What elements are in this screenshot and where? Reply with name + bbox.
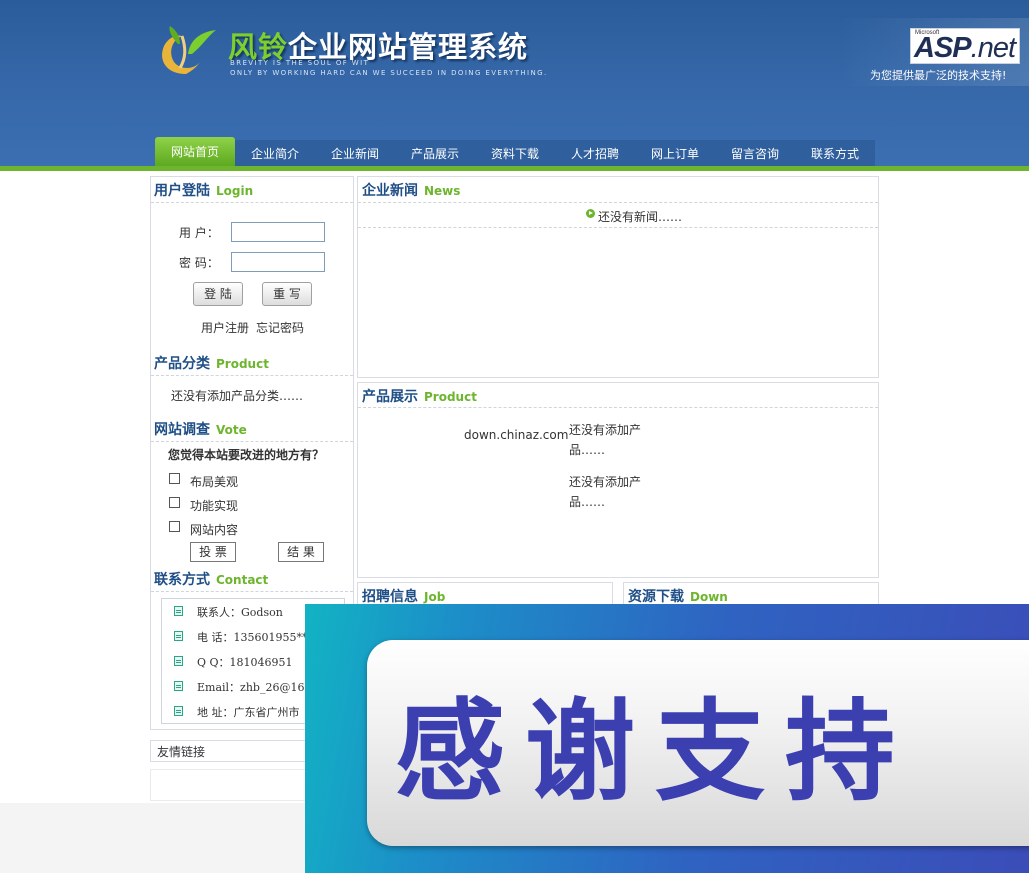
login-title-cn: 用户登陆 [154,183,210,199]
news-panel [357,176,879,378]
aspnet-logo-asp: ASP [914,32,972,64]
thanks-overlay-banner: 感谢支持 [305,604,1029,873]
product-category-title-en: Product [216,357,269,371]
contact-title: 联系方式 Contact [154,569,268,589]
contact-title-en: Contact [216,573,269,587]
jobs-title-en: Job [424,590,446,604]
downloads-title-cn: 资源下载 [628,589,684,605]
product-category-divider [151,375,353,376]
product-category-title-cn: 产品分类 [154,356,210,372]
product-category-title: 产品分类 Product [154,353,269,373]
username-label: 用 户： [179,226,219,240]
aspnet-logo-net: .net [970,32,1016,64]
vote-result-button[interactable]: 结 果 [278,542,324,562]
contact-row-4: Email：zhb_26@163. [197,681,315,694]
nav-item-downloads[interactable]: 资料下载 [475,140,555,166]
username-input[interactable] [231,222,325,242]
vote-option-2-label: 功能实现 [190,499,239,513]
nav-item-products[interactable]: 产品展示 [395,140,475,166]
downloads-title: 资源下载 Down [628,586,728,606]
vote-divider [151,441,353,442]
support-text: 为您提供最广泛的技术支持! [870,69,1007,82]
vote-option-1-checkbox[interactable] [169,473,180,484]
forgot-password-link[interactable]: 忘记密码 [256,319,304,336]
vote-option-2-checkbox[interactable] [169,497,180,508]
vote-option-1-label: 布局美观 [190,475,239,489]
contact-row-1: 联系人：Godson [197,606,283,619]
vote-option-3-checkbox[interactable] [169,521,180,532]
login-title-en: Login [216,184,254,198]
news-row-divider [358,227,878,228]
contact-row-4-icon [174,681,183,691]
login-title: 用户登陆 Login [154,180,253,200]
watermark-text: down.chinaz.com [464,428,569,442]
login-button[interactable]: 登 陆 [193,282,243,306]
fengling-logo-icon [162,26,216,74]
contact-title-cn: 联系方式 [154,572,210,588]
downloads-title-en: Down [690,590,728,604]
contact-row-2-icon [174,631,183,641]
contact-row-3-icon [174,656,183,666]
products-title-cn: 产品展示 [362,389,418,405]
products-title: 产品展示 Product [362,386,477,406]
product-item-1: 还没有添加产品…… [569,423,642,457]
news-divider [358,202,878,203]
contact-row-1-icon [174,606,183,616]
nav-underline-bar [0,166,1029,171]
nav-item-contact[interactable]: 联系方式 [795,140,875,166]
contact-divider [151,591,353,592]
password-input[interactable] [231,252,325,272]
news-title-en: News [424,184,461,198]
jobs-title: 招聘信息 Job [362,586,445,606]
site-header: 风铃企业网站管理系统 BREVITY IS THE SOUL OF WIT ON… [0,0,1029,168]
register-link[interactable]: 用户注册 [201,319,249,336]
nav-item-home[interactable]: 网站首页 [155,137,235,166]
password-label: 密 码： [179,256,219,270]
arrow-bullet-icon [586,209,595,218]
news-title-cn: 企业新闻 [362,183,418,199]
reset-button[interactable]: 重 写 [262,282,312,306]
news-empty-text: 还没有新闻…… [598,210,683,224]
nav-item-about[interactable]: 企业简介 [235,140,315,166]
contact-row-3: Q Q：181046951 [197,656,293,669]
contact-row-2: 电 话：135601955** [197,631,308,644]
news-title: 企业新闻 News [362,180,460,200]
vote-title-cn: 网站调查 [154,422,210,438]
vote-question: 您觉得本站要改进的地方有？ [168,448,325,462]
aspnet-badge: Microsoft ASP.net [910,28,1020,64]
nav-item-orders[interactable]: 网上订单 [635,140,715,166]
slogan-line-1: BREVITY IS THE SOUL OF WIT [230,59,370,67]
product-item-2: 还没有添加产品…… [569,475,642,509]
aspnet-logo: ASP.net [914,32,1016,65]
login-divider [151,202,353,203]
friend-links-title: 友情链接 [157,745,206,759]
nav-item-news[interactable]: 企业新闻 [315,140,395,166]
vote-option-3-label: 网站内容 [190,523,239,537]
vote-title: 网站调查 Vote [154,419,247,439]
product-category-empty: 还没有添加产品分类…… [171,389,304,403]
nav-item-jobs[interactable]: 人才招聘 [555,140,635,166]
vote-title-en: Vote [216,423,247,437]
contact-row-5: 地 址：广东省广州市 [197,706,300,719]
contact-row-5-icon [174,706,183,716]
main-nav: 网站首页 企业简介 企业新闻 产品展示 资料下载 人才招聘 网上订单 留言咨询 … [155,137,875,166]
thanks-text: 感谢支持 [395,688,915,816]
slogan-line-2: ONLY BY WORKING HARD CAN WE SUCCEED IN D… [230,69,548,77]
products-divider [358,407,878,408]
vote-button[interactable]: 投 票 [190,542,236,562]
products-title-en: Product [424,390,477,404]
nav-item-guestbook[interactable]: 留言咨询 [715,140,795,166]
friend-links-content [150,769,310,801]
jobs-title-cn: 招聘信息 [362,589,418,605]
